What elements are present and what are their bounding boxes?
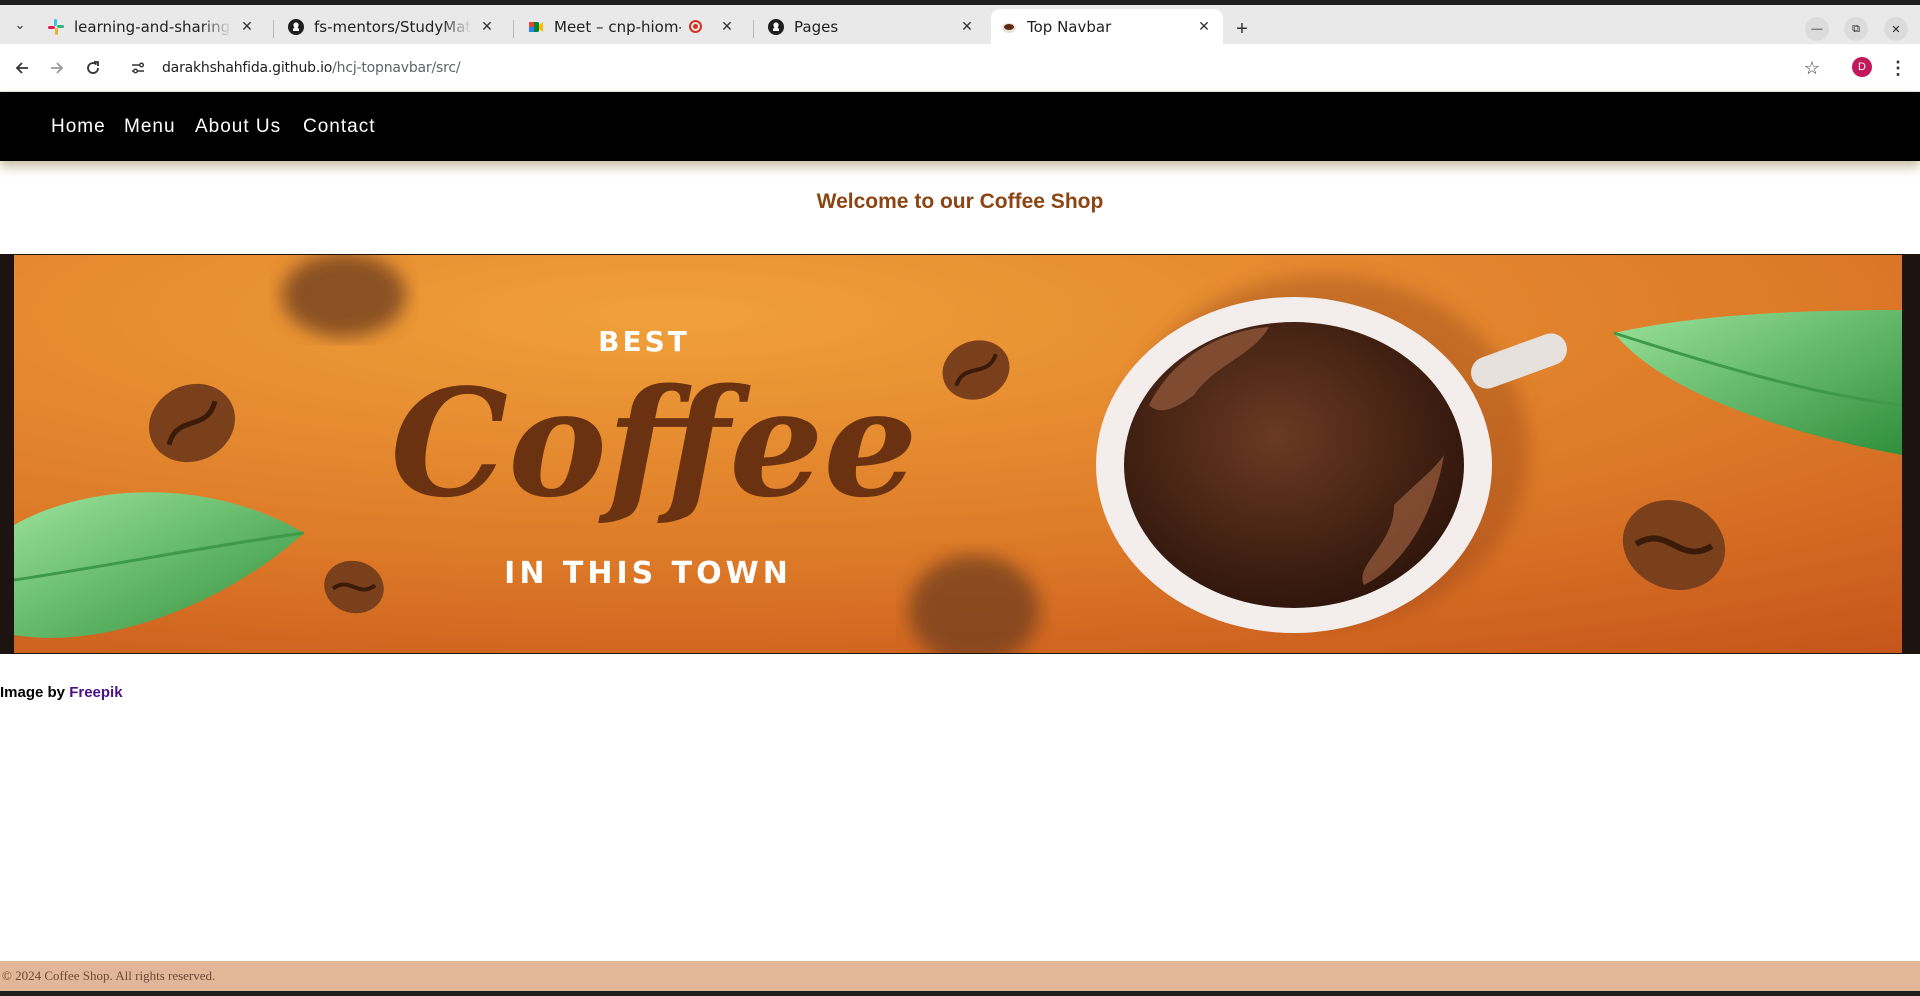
- arrow-left-icon: [15, 62, 28, 74]
- nav-contact-link[interactable]: Contact: [303, 116, 375, 138]
- tab-top-navbar[interactable]: Top Navbar ✕: [991, 9, 1223, 44]
- tab-title: Meet – cnp-hiom-khx: [554, 17, 681, 36]
- close-icon[interactable]: ✕: [238, 18, 256, 36]
- tab-separator: [273, 20, 274, 38]
- minimize-button[interactable]: —: [1805, 17, 1829, 41]
- google-meet-icon: [528, 19, 544, 35]
- site-info-icon[interactable]: [126, 56, 150, 80]
- hero-banner: BEST Coffee IN THIS TOWN: [0, 254, 1920, 654]
- recording-icon: [689, 20, 702, 33]
- tab-google-meet[interactable]: Meet – cnp-hiom-khx ✕: [518, 9, 746, 44]
- url-text: darakhshahfida.github.io/hcj-topnavbar/s…: [162, 60, 461, 76]
- coffee-cup-icon: [1001, 19, 1017, 35]
- tab-separator: [753, 20, 754, 38]
- restore-button[interactable]: ⧉: [1844, 17, 1868, 41]
- coffee-bean-icon: [282, 255, 406, 337]
- slack-icon: [48, 18, 64, 35]
- tab-search-button[interactable]: ⌄: [8, 13, 32, 37]
- github-icon: [288, 18, 304, 35]
- minimize-icon: —: [1811, 23, 1823, 35]
- restore-icon: ⧉: [1852, 22, 1860, 35]
- profile-avatar[interactable]: D: [1852, 57, 1872, 77]
- hero-line-coffee: Coffee: [390, 356, 917, 530]
- reload-button[interactable]: [81, 56, 105, 80]
- tab-title: learning-and-sharing (Ch: [74, 17, 232, 36]
- forward-button[interactable]: [45, 56, 69, 80]
- tab-separator: [513, 20, 514, 38]
- url-host: darakhshahfida.github.io: [162, 60, 333, 76]
- close-icon[interactable]: ✕: [958, 18, 976, 36]
- footer-copyright: © 2024 Coffee Shop. All rights reserved.: [2, 968, 216, 983]
- hero-line-best: BEST: [598, 325, 690, 358]
- close-icon[interactable]: ✕: [718, 18, 736, 36]
- reload-icon: [87, 61, 99, 74]
- tab-slack[interactable]: learning-and-sharing (Ch ✕: [38, 9, 266, 44]
- hero-image: BEST Coffee IN THIS TOWN: [14, 255, 1902, 653]
- address-bar[interactable]: darakhshahfida.github.io/hcj-topnavbar/s…: [120, 50, 1780, 86]
- window-bottom-edge: [0, 991, 1920, 996]
- bookmark-star-icon[interactable]: ☆: [1800, 56, 1824, 80]
- browser-toolbar: darakhshahfida.github.io/hcj-topnavbar/s…: [0, 44, 1920, 92]
- new-tab-button[interactable]: +: [1230, 17, 1254, 41]
- image-credit: Image by Freepik: [0, 684, 123, 701]
- close-window-button[interactable]: ✕: [1884, 17, 1908, 41]
- back-button[interactable]: [10, 56, 34, 80]
- tab-pages[interactable]: Pages ✕: [758, 9, 986, 44]
- freepik-link[interactable]: Freepik: [69, 684, 122, 701]
- github-icon: [768, 18, 784, 35]
- chevron-down-icon: ⌄: [14, 17, 26, 33]
- tab-github-studymaterial[interactable]: fs-mentors/StudyMateri ✕: [278, 9, 506, 44]
- page-footer: © 2024 Coffee Shop. All rights reserved.: [0, 961, 1920, 991]
- tab-bar: ⌄ learning-and-sharing (Ch ✕ fs-mentors/…: [0, 5, 1920, 44]
- hero-line-town: IN THIS TOWN: [504, 556, 792, 591]
- nav-menu-link[interactable]: Menu: [124, 116, 176, 138]
- welcome-heading: Welcome to our Coffee Shop: [816, 190, 1104, 213]
- top-navbar: Home Menu About Us Contact: [0, 92, 1920, 161]
- close-icon[interactable]: ✕: [478, 18, 496, 36]
- tab-title: Top Navbar: [1027, 17, 1112, 36]
- credit-prefix: Image by: [0, 684, 66, 701]
- nav-home-link[interactable]: Home: [51, 116, 106, 138]
- arrow-right-icon: [51, 62, 64, 74]
- nav-about-link[interactable]: About Us: [195, 116, 281, 138]
- more-menu-icon[interactable]: ⋮: [1886, 56, 1910, 80]
- tab-title: fs-mentors/StudyMateri: [314, 17, 472, 36]
- tab-title: Pages: [794, 17, 839, 36]
- plus-icon: +: [1236, 17, 1248, 40]
- close-icon[interactable]: ✕: [1195, 18, 1213, 36]
- url-path: /hcj-topnavbar/src/: [332, 60, 461, 76]
- close-icon: ✕: [1891, 23, 1901, 36]
